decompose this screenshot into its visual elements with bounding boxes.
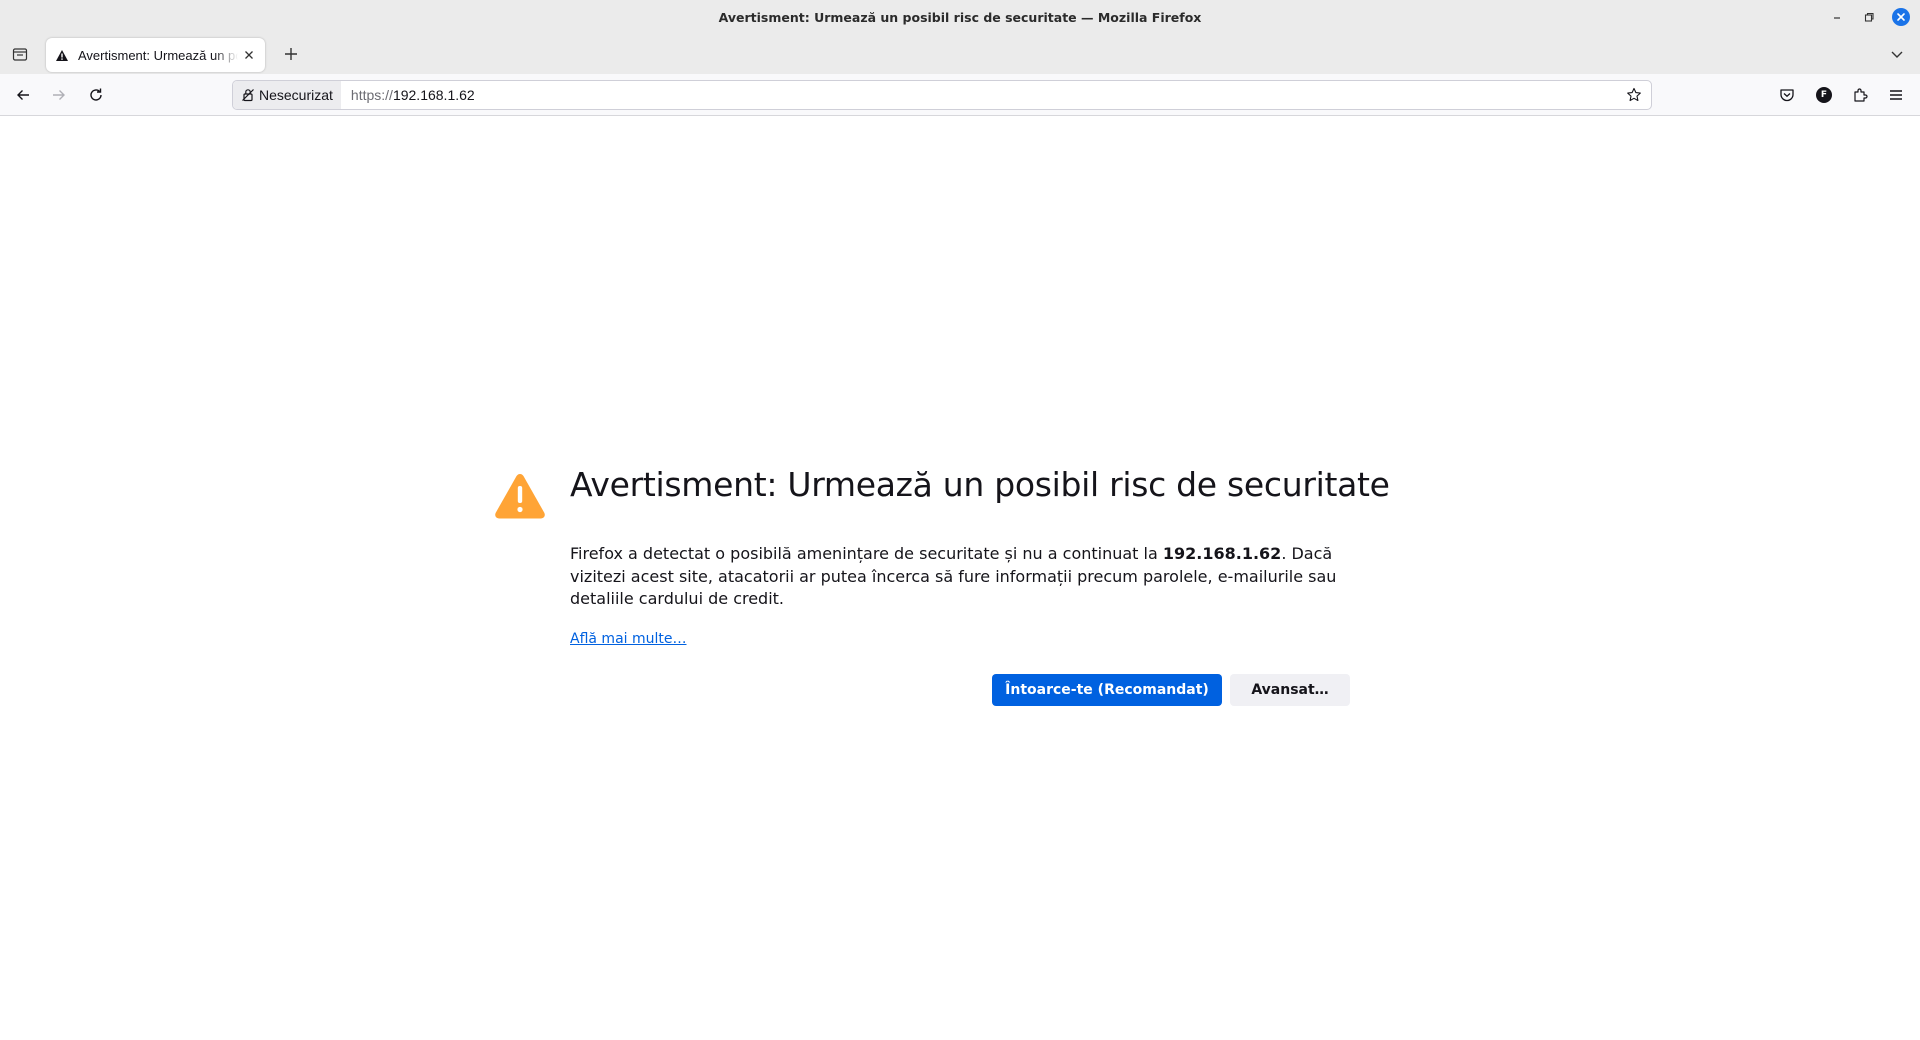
tab-strip: Avertisment: Urmează un posibil risc de …	[0, 34, 1920, 74]
arrow-right-icon	[53, 90, 65, 100]
arrow-left-icon	[17, 90, 29, 100]
forward-button[interactable]	[47, 83, 71, 107]
reload-icon	[90, 88, 102, 101]
site-identity-button[interactable]: Nesecurizat	[233, 81, 341, 109]
error-page: Avertisment: Urmează un posibil risc de …	[0, 117, 1920, 1040]
url-host: 192.168.1.62	[392, 87, 475, 103]
restore-button[interactable]	[1860, 8, 1878, 26]
list-all-tabs-button[interactable]	[1886, 43, 1908, 65]
window-controls	[1828, 7, 1910, 27]
navigation-toolbar: Nesecurizat https://192.168.1.62 F	[0, 74, 1920, 116]
chevron-down-icon	[1891, 51, 1903, 58]
account-avatar: F	[1816, 87, 1832, 103]
url-bar[interactable]: Nesecurizat https://192.168.1.62	[232, 80, 1652, 110]
firefox-view-icon	[12, 48, 28, 61]
minimize-icon	[1834, 17, 1840, 19]
window-title: Avertisment: Urmează un posibil risc de …	[718, 9, 1202, 25]
app-menu-button[interactable]	[1885, 84, 1907, 106]
back-button[interactable]	[11, 83, 35, 107]
firefox-view-button[interactable]	[8, 42, 32, 66]
pocket-button[interactable]	[1776, 84, 1798, 106]
puzzle-icon	[1854, 88, 1868, 102]
close-window-button[interactable]	[1892, 8, 1910, 26]
extensions-button[interactable]	[1849, 84, 1871, 106]
plus-icon	[285, 48, 297, 60]
close-icon	[1897, 13, 1905, 21]
account-button[interactable]: F	[1813, 84, 1835, 106]
pocket-icon	[1780, 89, 1794, 102]
url-text[interactable]: https://192.168.1.62	[351, 87, 475, 103]
error-title: Avertisment: Urmează un posibil risc de …	[570, 465, 1390, 504]
warning-icon	[54, 47, 70, 63]
error-host: 192.168.1.62	[1162, 544, 1282, 563]
warning-icon	[495, 474, 545, 519]
new-tab-button[interactable]	[280, 43, 302, 65]
tab-label: Avertisment: Urmează un posibil risc de …	[78, 47, 238, 63]
restore-icon	[1864, 12, 1874, 22]
bookmark-star-button[interactable]	[1625, 86, 1643, 104]
tab-warning[interactable]: Avertisment: Urmează un posibil risc de …	[46, 38, 265, 72]
error-description-text: Firefox a detectat o posibilă amenințare…	[570, 544, 1163, 563]
hamburger-menu-icon	[1890, 90, 1902, 100]
star-icon	[1627, 87, 1641, 102]
identity-label: Nesecurizat	[259, 87, 333, 103]
go-back-button[interactable]: Întoarce-te (Recomandat)	[992, 674, 1222, 706]
window-titlebar: Avertisment: Urmează un posibil risc de …	[0, 0, 1920, 34]
tab-close-button[interactable]	[241, 47, 257, 63]
insecure-lock-icon	[242, 89, 254, 102]
reload-button[interactable]	[84, 83, 108, 107]
error-description: Firefox a detectat o posibilă amenințare…	[570, 543, 1360, 611]
advanced-button[interactable]: Avansat…	[1230, 674, 1350, 706]
minimize-button[interactable]	[1828, 8, 1846, 26]
url-scheme: https://	[350, 87, 393, 103]
close-icon	[245, 51, 253, 59]
learn-more-link[interactable]: Află mai multe…	[570, 631, 686, 647]
